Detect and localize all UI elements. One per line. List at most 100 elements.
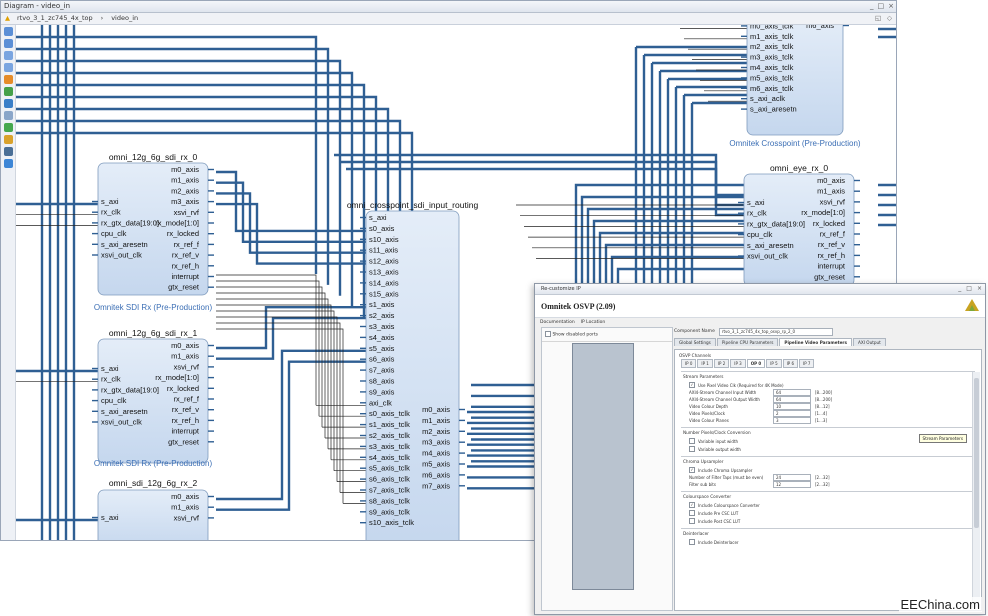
use-pixel-video-clk-checkbox[interactable]: ✓ [689, 382, 695, 388]
input-port-label: s_axi [101, 197, 119, 206]
zoom-out-icon[interactable] [3, 39, 13, 48]
channel-tab-ip2[interactable]: IP 2 [713, 359, 730, 368]
breadcrumb-item-top[interactable]: rtvo_3_1_zc745_4x_top [17, 13, 93, 24]
breadcrumb-item-video-in[interactable]: video_in [111, 13, 138, 24]
channel-tab-op0[interactable]: OP 0 [746, 359, 766, 368]
validate-icon[interactable] [3, 123, 13, 132]
input-port-label: s11_axis [369, 246, 398, 255]
variable-input-width-label: Variable input width [698, 438, 739, 444]
include-csc-checkbox[interactable]: ✓ [689, 502, 695, 508]
wire[interactable] [216, 170, 366, 233]
channel-tab-ip1[interactable]: IP 1 [697, 359, 713, 368]
channel-tab-ip5[interactable]: IP 5 [766, 359, 782, 368]
tab-global-settings[interactable]: Global Settings [674, 338, 716, 346]
filter-sub-bits-field[interactable]: 12 [773, 481, 811, 488]
maximize-button[interactable]: □ [878, 1, 885, 12]
search-icon[interactable] [3, 111, 13, 120]
add-ip-icon[interactable] [3, 99, 13, 108]
wire[interactable] [216, 306, 366, 350]
diagram-toolbar [1, 25, 16, 540]
channel-tabs: IP 0 IP 1 IP 2 IP 3 OP 0 IP 5 IP 6 IP 7 [675, 359, 981, 368]
scrollbar-thumb[interactable] [974, 378, 979, 528]
close-button[interactable]: × [888, 1, 894, 12]
include-post-csc-lut-checkbox[interactable] [689, 518, 695, 524]
ip-name-heading: Omnitek OSVP (2.09) [541, 302, 616, 311]
include-deinterlacer-label: Include Deinterlacer [698, 539, 739, 545]
include-pre-csc-lut-checkbox[interactable] [689, 510, 695, 516]
show-disabled-ports-checkbox[interactable] [545, 331, 551, 337]
dialog-maximize-button[interactable]: □ [966, 284, 972, 294]
parameter-tabs: Global Settings Pipeline CPU Parameters … [674, 338, 982, 346]
wire[interactable] [216, 202, 366, 265]
wire[interactable] [216, 349, 366, 501]
chroma-upsampler-group: Chroma Upsampler ✓ Include Chroma Upsampl… [681, 456, 975, 488]
wire[interactable] [216, 316, 366, 360]
output-port-label: rx_mode[1:0] [155, 373, 199, 382]
osvp-channels-label: OSVP Channels [679, 353, 712, 358]
output-port-label: rx_ref_v [172, 405, 199, 414]
select-icon[interactable] [3, 75, 13, 84]
route-icon[interactable] [3, 87, 13, 96]
variable-input-width-checkbox[interactable] [689, 438, 695, 444]
filter-taps-field[interactable]: 24 [773, 474, 811, 481]
wire[interactable] [216, 360, 366, 511]
dialog-close-button[interactable]: × [977, 284, 982, 294]
pixels-per-clock-field[interactable]: 2 [773, 410, 811, 417]
block-rx0[interactable]: omni_12g_6g_sdi_rx_0 Omnitek SDI Rx (Pre-… [92, 152, 214, 312]
colour-planes-field[interactable]: 3 [773, 417, 811, 424]
parameters-pane: Component Name rtvo_3_1_zc745_4x_top_osv… [674, 327, 982, 611]
input-port-label: xsvi_out_clk [101, 418, 142, 427]
include-chroma-upsampler-label: Include Chroma Upsampler [698, 467, 753, 473]
component-name-label: Component Name [674, 329, 715, 334]
channel-tab-ip0[interactable]: IP 0 [681, 359, 697, 368]
output-port-label: m4_axis [422, 449, 450, 458]
tab-axi-output[interactable]: AXI Output [852, 338, 886, 346]
output-port-label: rx_mode[1:0] [801, 208, 845, 217]
minimize-button[interactable]: _ [870, 1, 874, 12]
port-icon[interactable] [3, 147, 13, 156]
block-subtitle: Omnitek SDI Rx (Pre-Production) [94, 459, 213, 468]
wire[interactable] [216, 192, 366, 254]
wire[interactable] [216, 181, 366, 243]
tab-pipeline-cpu[interactable]: Pipeline CPU Parameters [716, 338, 779, 346]
pin-icon[interactable]: ◇ [887, 13, 892, 24]
input-port-label: m1_axis_tclk [750, 32, 794, 41]
include-chroma-upsampler-checkbox[interactable]: ✓ [689, 467, 695, 473]
block-crosspoint[interactable]: Omnitek Crosspoint (Pre-Production)s0_ax… [729, 25, 861, 148]
zoom-area-icon[interactable] [3, 63, 13, 72]
zoom-in-icon[interactable] [3, 27, 13, 36]
refresh-icon[interactable] [3, 159, 13, 168]
block-rx1[interactable]: omni_12g_6g_sdi_rx_1 Omnitek SDI Rx (Pre-… [92, 328, 214, 468]
block-router[interactable]: omni_crosspoint_sdi_input_routing s_axi s0… [347, 200, 479, 541]
deinterlacer-title: Deinterlacer [683, 531, 709, 536]
warning-icon: ▲ [5, 14, 10, 22]
input-port-label: s6_axis_tclk [369, 475, 410, 484]
block-rx2[interactable]: omni_sdi_12g_6g_rx_2 s_axi m0_axis m1_axisx… [92, 478, 214, 541]
input-port-label: s_axi [747, 198, 765, 207]
input-port-label: s3_axis_tclk [369, 442, 410, 451]
wire[interactable] [216, 292, 326, 438]
param-range: [8...200] [815, 397, 833, 402]
block-subtitle: Omnitek SDI Rx (Pre-Production) [94, 303, 213, 312]
output-port-label: rx_ref_f [174, 240, 200, 249]
zoom-fit-icon[interactable] [3, 51, 13, 60]
input-port-label: s4_axis_tclk [369, 453, 410, 462]
channel-tab-ip6[interactable]: IP 6 [782, 359, 799, 368]
tab-pipeline-video[interactable]: Pipeline Video Parameters [779, 338, 852, 346]
param-label: Number of Filter Taps (must be even) [689, 475, 764, 480]
regenerate-icon[interactable] [3, 135, 13, 144]
block-eye[interactable]: omni_eye_rx_0 s_axi rx_clkrx_gtx_data[19:0… [738, 163, 860, 287]
colour-depth-field[interactable]: 10 [773, 403, 811, 410]
input-port-label: s4_axis [369, 333, 395, 342]
variable-output-width-checkbox[interactable] [689, 446, 695, 452]
channel-tab-ip3[interactable]: IP 3 [730, 359, 746, 368]
channel-tab-ip7[interactable]: IP 7 [799, 359, 815, 368]
component-name-field[interactable]: rtvo_3_1_zc745_4x_top_osvp_rp_2_0 [718, 327, 833, 336]
dialog-minimize-button[interactable]: _ [958, 284, 961, 294]
restore-icon[interactable]: ◱ [875, 13, 881, 24]
vertical-scrollbar[interactable] [972, 372, 980, 608]
include-deinterlacer-checkbox[interactable] [689, 539, 695, 545]
output-width-field[interactable]: 64 [773, 396, 811, 403]
recustomize-ip-dialog: Re-customize IP _ □ × Omnitek OSVP (2.09… [534, 283, 986, 615]
input-width-field[interactable]: 64 [773, 389, 811, 396]
